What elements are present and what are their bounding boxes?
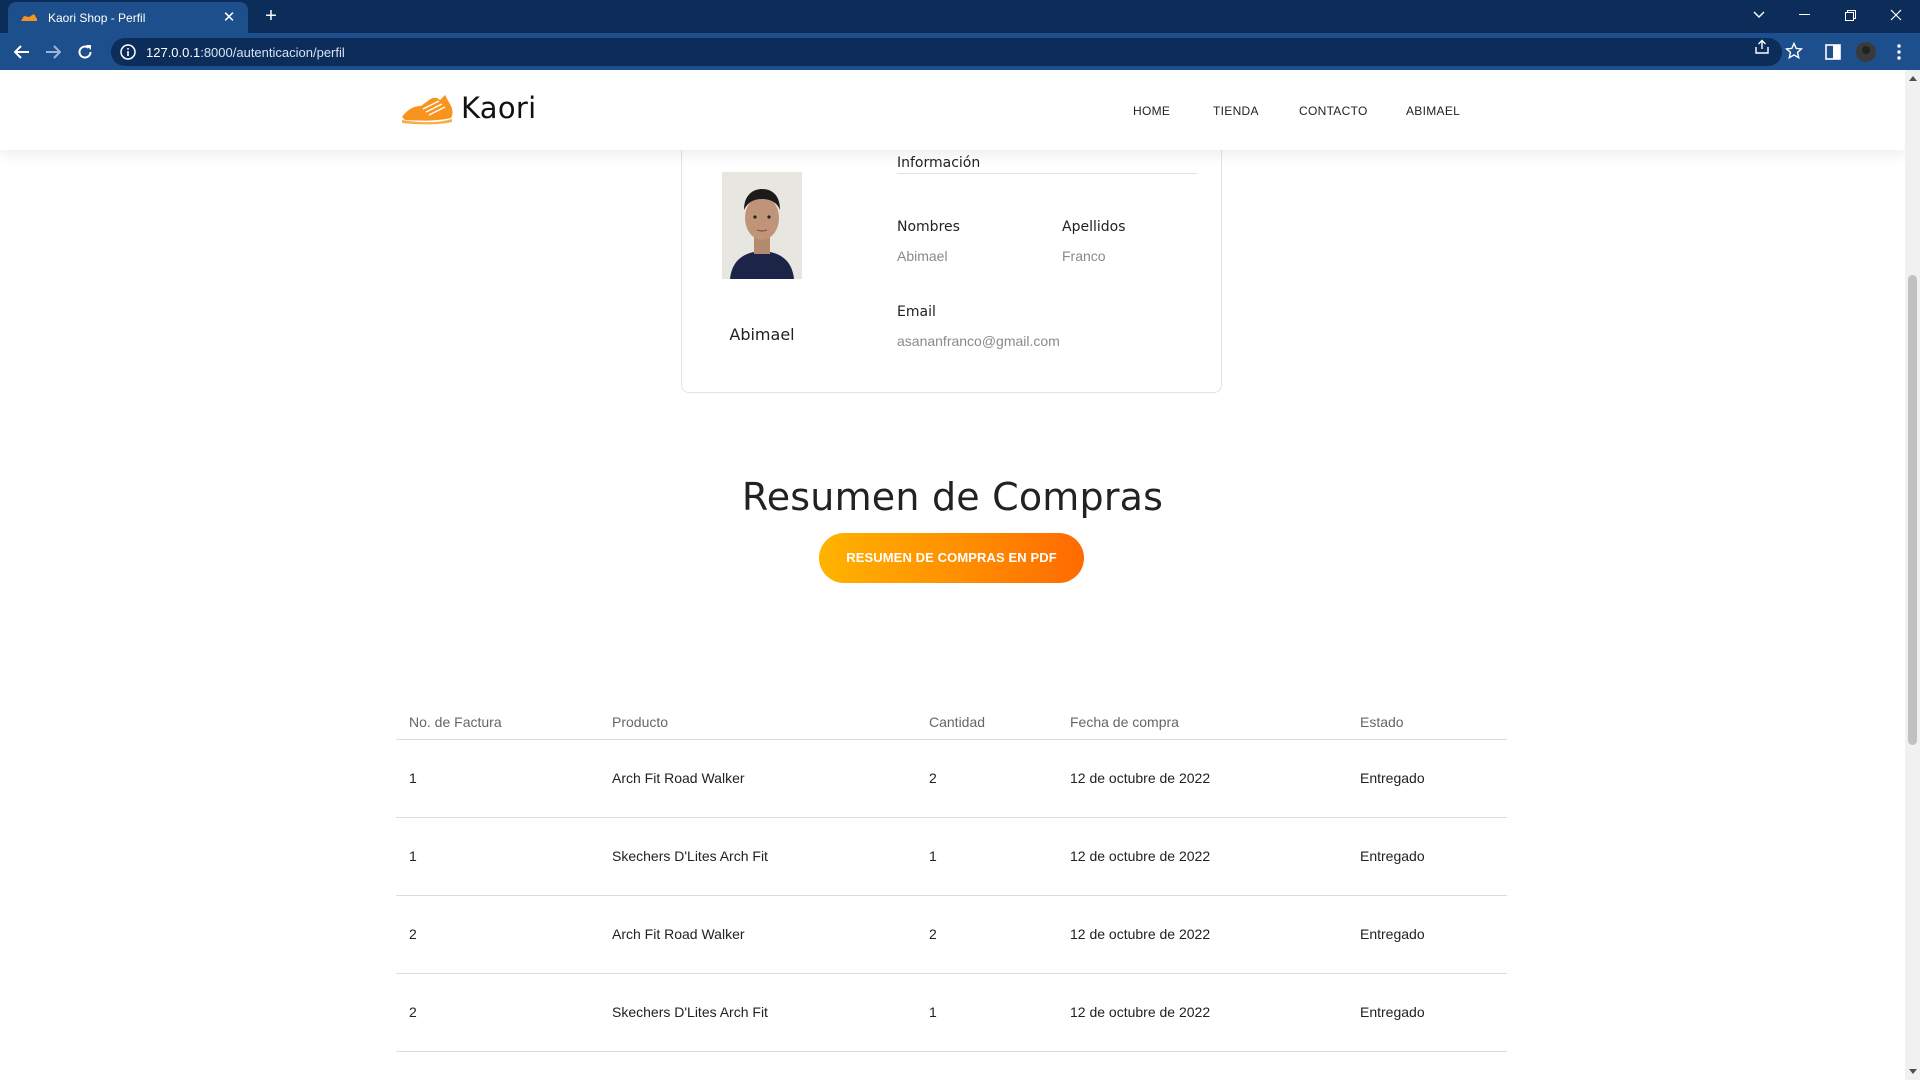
forward-arrow-icon[interactable] [40,39,66,65]
shoe-logo-icon [402,95,453,125]
cell-invoice-number: 1 [409,848,417,864]
orders-table: No. de Factura Producto Cantidad Fecha d… [396,690,1507,1052]
table-row: 1 Skechers D'Lites Arch Fit 1 12 de octu… [396,818,1507,896]
table-row: 1 Arch Fit Road Walker 2 12 de octubre d… [396,740,1507,818]
browser-toolbar: 127.0.0.1:8000/autenticacion/perfil [0,33,1920,70]
scrollbar-thumb[interactable] [1908,275,1917,745]
bookmark-star-icon[interactable] [1785,42,1803,60]
info-divider [897,173,1197,174]
profile-card: Abimael Información Nombres Abimael Apel… [681,110,1222,393]
tab-title: Kaori Shop - Perfil [48,10,146,25]
cell-status: Entregado [1360,848,1425,864]
close-window-icon[interactable] [1873,0,1919,30]
share-icon[interactable] [1753,38,1771,56]
brand-name: Kaori [461,91,537,125]
pdf-summary-button[interactable]: RESUMEN DE COMPRAS EN PDF [819,533,1084,583]
nombres-label: Nombres [897,219,960,235]
cell-status: Entregado [1360,926,1425,942]
header-product: Producto [612,714,669,730]
scroll-up-arrow-icon[interactable] [1909,76,1917,81]
cell-product: Arch Fit Road Walker [612,770,745,786]
summary-title: Resumen de Compras [741,475,1164,519]
cell-invoice-number: 2 [409,1004,417,1020]
table-row: 2 Arch Fit Road Walker 2 12 de octubre d… [396,896,1507,974]
site-info-icon[interactable] [119,43,137,61]
site-header: Kaori HOME TIENDA CONTACTO ABIMAEL [0,70,1905,150]
more-menu-icon[interactable] [1888,41,1910,63]
email-label: Email [897,304,936,320]
cell-product: Skechers D'Lites Arch Fit [612,1004,768,1020]
nav-user-abimael[interactable]: ABIMAEL [1406,104,1460,118]
scroll-down-arrow-icon[interactable] [1909,1069,1917,1074]
nav-contacto[interactable]: CONTACTO [1299,104,1368,118]
email-value: asananfranco@gmail.com [897,333,1060,349]
header-invoice-number: No. de Factura [409,714,502,730]
browser-tab-active[interactable]: Kaori Shop - Perfil ✕ [8,2,248,33]
nav-tienda[interactable]: TIENDA [1213,104,1259,118]
tab-close-icon[interactable]: ✕ [220,9,238,27]
browser-tab-strip: Kaori Shop - Perfil ✕ + [0,0,1920,33]
header-quantity: Cantidad [929,714,986,730]
cell-quantity: 2 [929,770,937,786]
cell-invoice-number: 1 [409,770,417,786]
minimize-icon[interactable] [1781,0,1827,30]
cell-purchase-date: 12 de octubre de 2022 [1070,1004,1211,1020]
cell-invoice-number: 2 [409,926,417,942]
cell-quantity: 1 [929,1004,937,1020]
header-purchase-date: Fecha de compra [1070,714,1179,730]
address-url: 127.0.0.1:8000/autenticacion/perfil [146,44,345,60]
header-status: Estado [1360,714,1404,730]
restore-icon[interactable] [1827,0,1873,30]
orders-table-header: No. de Factura Producto Cantidad Fecha d… [396,690,1507,740]
nombres-value: Abimael [897,248,948,264]
nav-home[interactable]: HOME [1133,104,1170,118]
cell-quantity: 2 [929,926,937,942]
profile-name: Abimael [729,325,795,344]
cell-status: Entregado [1360,770,1425,786]
reload-icon[interactable] [72,39,98,65]
tab-search-chevron-icon[interactable] [1736,0,1782,30]
cell-product: Arch Fit Road Walker [612,926,745,942]
back-arrow-icon[interactable] [9,39,35,65]
shoe-favicon-icon [21,13,37,21]
page-viewport: Kaori HOME TIENDA CONTACTO ABIMAEL Abima… [0,70,1905,1080]
cell-status: Entregado [1360,1004,1425,1020]
cell-product: Skechers D'Lites Arch Fit [612,848,768,864]
profile-avatar-icon[interactable] [1855,41,1877,63]
apellidos-value: Franco [1062,248,1106,264]
site-logo[interactable]: Kaori [399,90,537,126]
profile-photo [722,172,802,279]
cell-purchase-date: 12 de octubre de 2022 [1070,926,1211,942]
apellidos-label: Apellidos [1062,219,1126,235]
cell-purchase-date: 12 de octubre de 2022 [1070,770,1211,786]
address-bar[interactable]: 127.0.0.1:8000/autenticacion/perfil [111,38,1782,66]
cell-purchase-date: 12 de octubre de 2022 [1070,848,1211,864]
side-panel-icon[interactable] [1822,41,1844,63]
info-section-title: Información [897,155,981,171]
cell-quantity: 1 [929,848,937,864]
new-tab-plus-icon[interactable]: + [259,5,283,29]
table-row: 2 Skechers D'Lites Arch Fit 1 12 de octu… [396,974,1507,1052]
page-scrollbar[interactable] [1905,70,1920,1080]
